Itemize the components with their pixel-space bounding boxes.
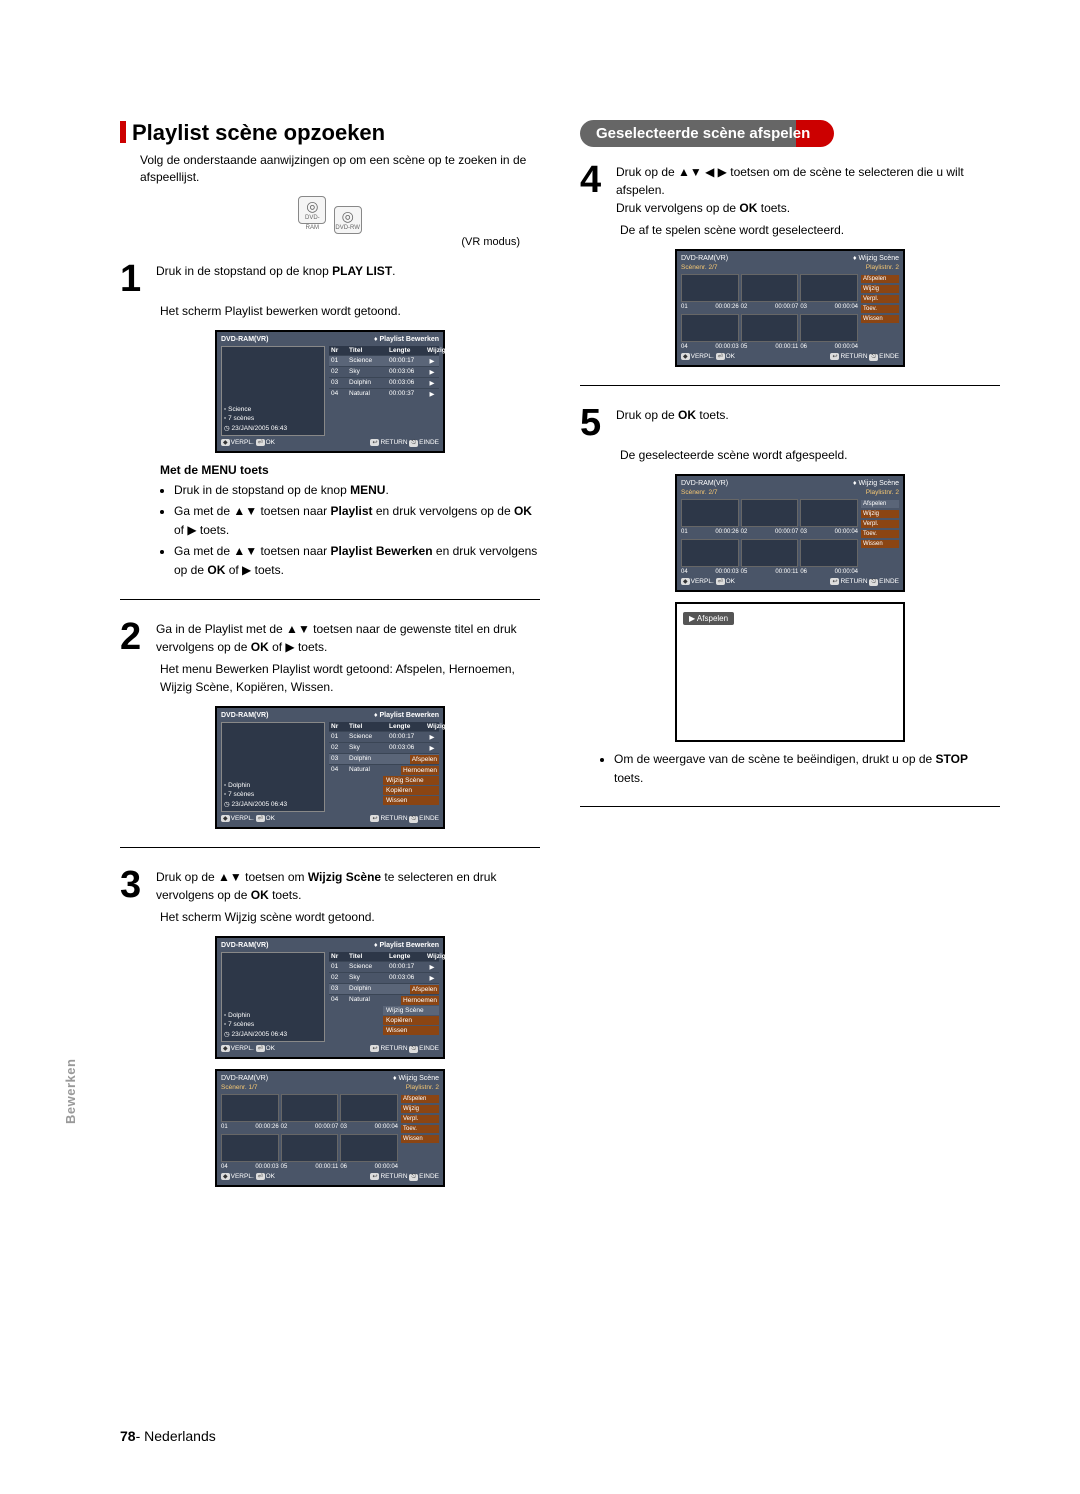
osd-playlist-2: DVD-RAM(VR)♦ Playlist Bewerken ▫ Dolphin…	[215, 706, 445, 829]
step-number: 5	[580, 404, 616, 442]
step-5: 5 Druk op de OK toets.	[580, 404, 1000, 442]
osd-scene-1: DVD-RAM(VR)♦ Wijzig Scène Scènenr. 1/7Pl…	[215, 1069, 445, 1187]
step-3: 3 Druk op de ▲▼ toetsen om Wijzig Scène …	[120, 866, 540, 904]
disc-icons: DVD-RAM DVD-RW	[120, 196, 540, 234]
step-desc: Het scherm Wijzig scène wordt getoond.	[160, 908, 540, 926]
osd-scene-2: DVD-RAM(VR)♦ Wijzig Scène Scènenr. 2/7Pl…	[675, 249, 905, 367]
dvd-rw-icon: DVD-RW	[334, 206, 362, 234]
menu-bullets: Druk in de stopstand op de knop MENU. Ga…	[160, 481, 540, 581]
dvd-ram-icon: DVD-RAM	[298, 196, 326, 224]
step-text: Ga in de Playlist met de ▲▼ toetsen naar…	[156, 618, 540, 656]
stop-note: Om de weergave van de scène te beëindige…	[600, 750, 1000, 788]
red-accent-bar	[120, 121, 126, 143]
side-tab: Bewerken	[63, 1059, 78, 1124]
step-text: Druk in de stopstand op de knop PLAY LIS…	[156, 260, 540, 298]
step-number: 2	[120, 618, 156, 656]
video-preview-box: ▶ Afspelen	[675, 602, 905, 742]
step-number: 3	[120, 866, 156, 904]
separator	[580, 385, 1000, 386]
step-text: Druk op de OK toets.	[616, 404, 1000, 442]
right-column: Geselecteerde scène afspelen 4 Druk op d…	[580, 120, 1000, 1197]
osd-playlist-1: DVD-RAM(VR)♦ Playlist Bewerken ▫ Science…	[215, 330, 445, 453]
vr-modus-label: (VR modus)	[120, 236, 520, 248]
separator	[120, 599, 540, 600]
step-2: 2 Ga in de Playlist met de ▲▼ toetsen na…	[120, 618, 540, 656]
left-column: Playlist scène opzoeken Volg de ondersta…	[120, 120, 540, 1197]
step-4: 4 Druk op de ▲▼ ◀ ▶ toetsen om de scène …	[580, 161, 1000, 217]
step-desc: Het scherm Playlist bewerken wordt getoo…	[160, 302, 540, 320]
step-desc: De af te spelen scène wordt geselecteerd…	[620, 221, 1000, 239]
step-desc: Het menu Bewerken Playlist wordt getoond…	[160, 660, 540, 696]
separator	[580, 806, 1000, 807]
step-1: 1 Druk in de stopstand op de knop PLAY L…	[120, 260, 540, 298]
page-footer: 78- Nederlands	[120, 1428, 216, 1444]
intro-text: Volg de onderstaande aanwijzingen op om …	[140, 152, 540, 186]
menu-subheading: Met de MENU toets	[160, 463, 540, 477]
step-number: 1	[120, 260, 156, 298]
step-text: Druk op de ▲▼ ◀ ▶ toetsen om de scène te…	[616, 161, 1000, 217]
section-title: Playlist scène opzoeken	[120, 120, 540, 146]
step-number: 4	[580, 161, 616, 217]
osd-playlist-3: DVD-RAM(VR)♦ Playlist Bewerken ▫ Dolphin…	[215, 936, 445, 1059]
play-indicator: ▶ Afspelen	[683, 612, 734, 625]
step-text: Druk op de ▲▼ toetsen om Wijzig Scène te…	[156, 866, 540, 904]
step-desc: De geselecteerde scène wordt afgespeeld.	[620, 446, 1000, 464]
subsection-heading: Geselecteerde scène afspelen	[580, 120, 1000, 147]
osd-scene-3: DVD-RAM(VR)♦ Wijzig Scène Scènenr. 2/7Pl…	[675, 474, 905, 592]
separator	[120, 847, 540, 848]
